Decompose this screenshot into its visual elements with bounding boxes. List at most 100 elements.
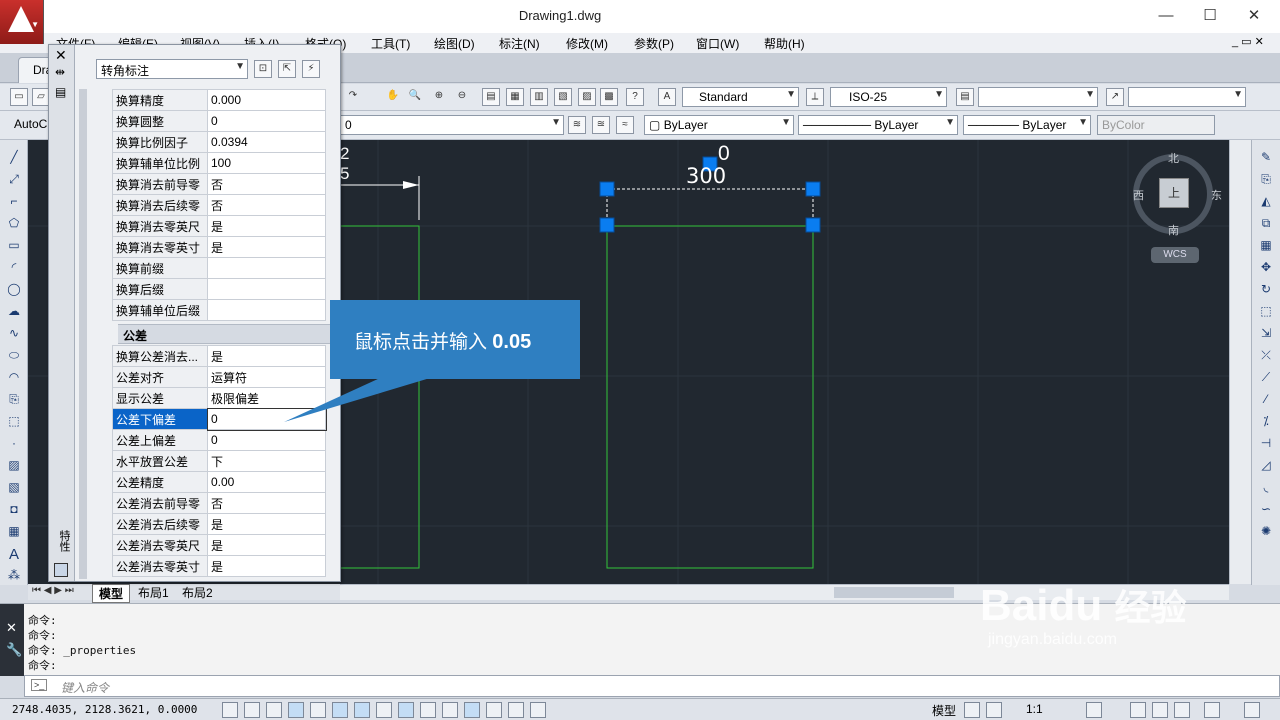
object-snap-tracking-icon[interactable] [376, 702, 392, 718]
properties-palette[interactable]: ✕ ⇹ ▤ 特性 转角标注 ▼ ⊡ ⇱ ⚡ 换算精度 0.000 换算圆整 0 换算比例因… [48, 44, 351, 582]
palette-properties-icon[interactable]: ▤ [55, 85, 66, 99]
join-icon[interactable]: ⊣ [1257, 436, 1275, 452]
tab-layout1[interactable]: 布局1 [134, 584, 173, 601]
menu-draw[interactable]: 绘图(D) [434, 35, 475, 52]
property-row[interactable]: 换算精度 0.000 [112, 89, 326, 111]
hatch-icon[interactable]: ▨ [5, 458, 23, 474]
property-row[interactable]: 换算消去后续零否 [112, 194, 326, 216]
mirror-icon[interactable]: ◭ [1257, 194, 1275, 210]
menu-help[interactable]: 帮助(H) [764, 35, 805, 52]
zoom-previous-icon[interactable]: ⊖ [453, 88, 471, 106]
table-icon[interactable]: ▦ [5, 524, 23, 540]
property-row[interactable]: 换算辅单位比例 100 [112, 152, 326, 174]
property-row[interactable]: 换算圆整 0 [112, 110, 326, 132]
close-icon[interactable]: ✕ [55, 47, 67, 64]
property-value[interactable] [207, 257, 326, 279]
lock-icon[interactable] [1152, 702, 1168, 718]
command-prompt-icon[interactable]: >_ [31, 679, 48, 691]
color-combo[interactable]: ▢ ByLayer ▼ [644, 115, 794, 135]
property-value[interactable]: 否 [207, 173, 326, 195]
workspace-combo[interactable]: AutoC [10, 115, 50, 135]
wcs-button[interactable]: WCS [1151, 247, 1199, 263]
ellipse-arc-icon[interactable]: ◠ [5, 370, 23, 386]
tab-model[interactable]: 模型 [92, 584, 131, 603]
property-row[interactable]: 换算消去零英寸是 [112, 236, 326, 258]
viewcube-top-face[interactable]: 上 [1159, 178, 1189, 208]
hardware-acceleration-icon[interactable] [1174, 702, 1190, 718]
insert-block-icon[interactable]: ⎘ [5, 392, 23, 408]
close-button[interactable]: ✕ [1234, 4, 1274, 28]
menu-window[interactable]: 窗口(W) [696, 35, 739, 52]
property-row[interactable]: 公差消去后续零是 [112, 513, 326, 535]
property-value[interactable]: 是 [207, 555, 326, 577]
property-row[interactable]: 换算辅单位后缀 [112, 299, 326, 321]
circle-icon[interactable]: ◯ [5, 282, 23, 298]
clean-screen-icon[interactable] [1244, 702, 1260, 718]
break-point-icon[interactable]: ⁄ [1257, 392, 1275, 408]
viewcube-north[interactable]: 北 [1168, 150, 1179, 166]
annotation-monitor-icon[interactable] [530, 702, 546, 718]
line-icon[interactable]: ╱ [5, 150, 23, 166]
zoom-window-icon[interactable]: ⊕ [430, 88, 448, 106]
revcloud-icon[interactable]: ☁ [5, 304, 23, 320]
property-value[interactable]: 0.0394 [207, 131, 326, 153]
text-style-combo[interactable]: Standard ▼ [682, 87, 799, 107]
lineweight-toggle-icon[interactable] [442, 702, 458, 718]
pan-icon[interactable]: ✋ [384, 88, 402, 106]
offset-icon[interactable]: ⧉ [1257, 216, 1275, 232]
fillet-icon[interactable]: ◟ [1257, 480, 1275, 496]
wrench-icon[interactable]: 🔧 [6, 642, 22, 658]
model-space-label[interactable]: 模型 [932, 702, 956, 719]
command-input[interactable]: >_ 键入命令 [24, 675, 1280, 697]
annotation-visibility-icon[interactable] [1086, 702, 1102, 718]
lineweight-combo[interactable]: ────── ByLayer ▼ [963, 115, 1091, 135]
minimize-button[interactable]: — [1146, 4, 1186, 28]
snap-mode-icon[interactable] [244, 702, 260, 718]
object-type-combo[interactable]: 转角标注 ▼ [96, 59, 248, 79]
property-row[interactable]: 换算比例因子 0.0394 [112, 131, 326, 153]
ortho-mode-icon[interactable] [288, 702, 304, 718]
toggle-pickadd-icon[interactable]: ⊡ [254, 60, 272, 78]
calculator-icon[interactable]: ▩ [600, 88, 618, 106]
3d-osnap-icon[interactable] [354, 702, 370, 718]
polygon-icon[interactable]: ⬠ [5, 216, 23, 232]
table-style-icon[interactable]: ▤ [956, 88, 974, 106]
extend-icon[interactable]: ⟋ [1257, 370, 1275, 386]
property-value[interactable] [207, 299, 326, 321]
property-value[interactable]: 下 [207, 450, 326, 472]
property-row[interactable]: 水平放置公差下 [112, 450, 326, 472]
property-row[interactable]: 换算消去前导零否 [112, 173, 326, 195]
property-value[interactable]: 0 [207, 429, 326, 451]
property-value[interactable]: 是 [207, 215, 326, 237]
infer-constraints-icon[interactable] [222, 702, 238, 718]
help-icon[interactable]: ? [626, 88, 644, 106]
rotate-icon[interactable]: ↻ [1257, 282, 1275, 298]
trim-icon[interactable]: ⤫ [1257, 348, 1275, 364]
property-value[interactable]: 否 [207, 194, 326, 216]
mtext-icon[interactable]: A [5, 546, 23, 563]
viewcube-south[interactable]: 南 [1168, 222, 1179, 238]
construction-line-icon[interactable]: ⤢ [5, 172, 23, 188]
layer-combo[interactable]: 0 ▼ [340, 115, 564, 135]
quick-view-layouts-icon[interactable] [964, 702, 980, 718]
isolate-objects-icon[interactable] [1204, 702, 1220, 718]
palette-settings-icon[interactable] [54, 563, 68, 577]
scroll-thumb[interactable] [834, 587, 954, 598]
viewcube-west[interactable]: 西 [1133, 187, 1144, 203]
properties-icon[interactable]: ▤ [482, 88, 500, 106]
property-row[interactable]: 公差消去零英尺是 [112, 534, 326, 556]
vertical-scrollbar[interactable] [1229, 140, 1251, 584]
property-value[interactable]: 是 [207, 345, 326, 367]
select-objects-icon[interactable]: ⇱ [278, 60, 296, 78]
property-row[interactable]: 公差上偏差 0 [112, 429, 326, 451]
property-value[interactable]: 是 [207, 236, 326, 258]
region-icon[interactable]: ◘ [5, 502, 23, 518]
polyline-icon[interactable]: ⌐ [5, 194, 23, 210]
erase-icon[interactable]: ✎ [1257, 150, 1275, 166]
arc-icon[interactable]: ◜ [5, 260, 23, 276]
property-value[interactable] [207, 278, 326, 300]
multileader-style-icon[interactable]: ↗ [1106, 88, 1124, 106]
application-menu-button[interactable]: ▼ [0, 0, 44, 44]
break-icon[interactable]: ⁒ [1257, 414, 1275, 430]
property-value[interactable]: 是 [207, 513, 326, 535]
